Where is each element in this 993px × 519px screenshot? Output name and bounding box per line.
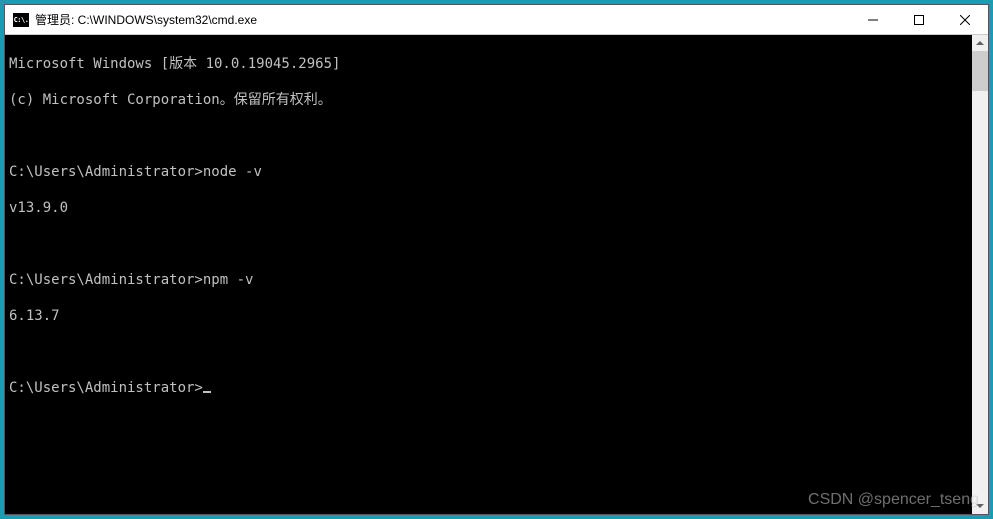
copyright-line: (c) Microsoft Corporation。保留所有权利。 [9, 91, 968, 109]
command-text: node -v [203, 164, 262, 180]
window-controls [850, 5, 988, 34]
vertical-scrollbar[interactable] [972, 35, 988, 514]
blank-line [9, 343, 968, 361]
command-line: C:\Users\Administrator>node -v [9, 163, 968, 181]
titlebar[interactable]: C:\. 管理员: C:\WINDOWS\system32\cmd.exe [5, 5, 988, 35]
cmd-icon-label: C:\. [14, 16, 29, 24]
chevron-down-icon [976, 502, 984, 510]
cmd-window: C:\. 管理员: C:\WINDOWS\system32\cmd.exe Mi… [4, 4, 989, 515]
terminal-output[interactable]: Microsoft Windows [版本 10.0.19045.2965] (… [5, 35, 972, 514]
prompt: C:\Users\Administrator> [9, 380, 203, 396]
chevron-up-icon [976, 39, 984, 47]
cursor [203, 391, 211, 393]
current-prompt-line: C:\Users\Administrator> [9, 379, 968, 397]
minimize-button[interactable] [850, 5, 896, 34]
header-line: Microsoft Windows [版本 10.0.19045.2965] [9, 55, 968, 73]
command-line: C:\Users\Administrator>npm -v [9, 271, 968, 289]
maximize-icon [914, 15, 924, 25]
scroll-up-button[interactable] [972, 35, 988, 51]
scroll-down-button[interactable] [972, 498, 988, 514]
prompt: C:\Users\Administrator> [9, 272, 203, 288]
close-button[interactable] [942, 5, 988, 34]
minimize-icon [868, 15, 878, 25]
prompt: C:\Users\Administrator> [9, 164, 203, 180]
cmd-icon: C:\. [13, 13, 29, 27]
output-line: 6.13.7 [9, 307, 968, 325]
close-icon [960, 15, 970, 25]
window-title: 管理员: C:\WINDOWS\system32\cmd.exe [35, 11, 850, 28]
command-text: npm -v [203, 272, 254, 288]
terminal-area: Microsoft Windows [版本 10.0.19045.2965] (… [5, 35, 988, 514]
output-line: v13.9.0 [9, 199, 968, 217]
maximize-button[interactable] [896, 5, 942, 34]
scroll-thumb[interactable] [972, 51, 988, 91]
blank-line [9, 235, 968, 253]
blank-line [9, 127, 968, 145]
